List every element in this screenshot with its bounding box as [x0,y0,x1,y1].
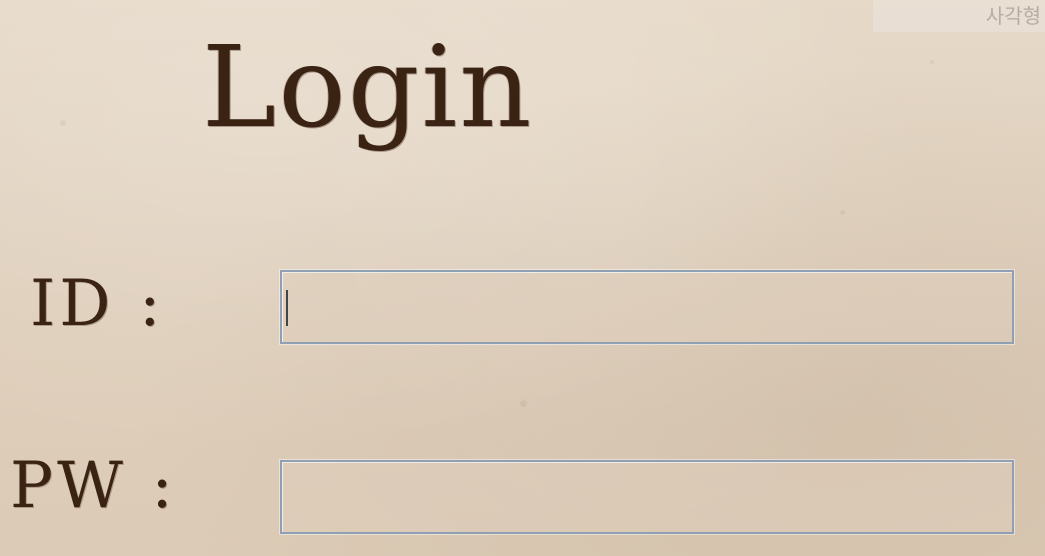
id-input[interactable] [280,270,1014,344]
paper-texture-speck [930,60,934,64]
pw-label: PW : [10,449,177,523]
corner-overlay-label: 사각형 [873,0,1045,32]
paper-texture-speck [840,210,845,215]
id-label: ID : [30,267,165,341]
login-title: Login [202,23,534,153]
paper-texture-speck [60,120,66,126]
paper-texture-speck [520,400,527,407]
pw-input[interactable] [280,460,1014,534]
text-caret [286,290,288,326]
